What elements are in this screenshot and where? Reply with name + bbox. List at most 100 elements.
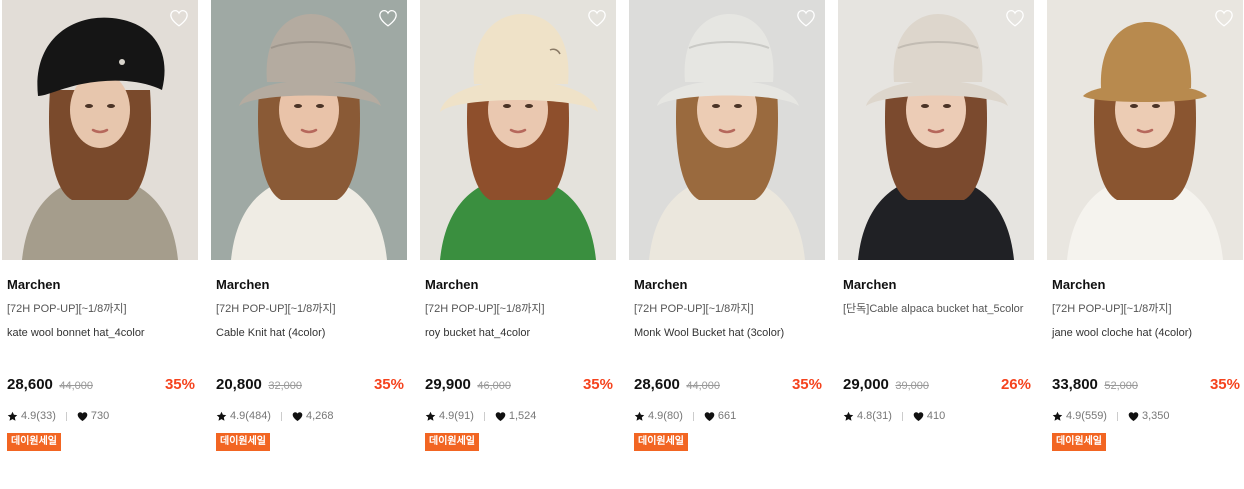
price-row: 29,900 46,000 35% — [425, 376, 613, 394]
promo-text[interactable]: [72H POP-UP][~1/8까지] — [7, 302, 195, 317]
discount-rate: 35% — [373, 376, 404, 393]
product-photo — [2, 0, 198, 260]
price-row: 29,000 39,000 26% — [843, 376, 1031, 394]
promo-text[interactable]: [단독]Cable alpaca bucket hat_5color — [843, 302, 1031, 317]
star-icon — [634, 411, 645, 422]
original-price: 46,000 — [477, 380, 511, 392]
like-count: 661 — [717, 410, 737, 422]
brand-name[interactable]: Marchen — [7, 277, 60, 292]
product-image[interactable] — [838, 0, 1034, 260]
brand-name[interactable]: Marchen — [634, 277, 687, 292]
discount-rate: 35% — [791, 376, 822, 393]
product-image[interactable] — [420, 0, 616, 260]
promo-text[interactable]: [72H POP-UP][~1/8까지] — [425, 302, 613, 317]
review-meta: 4.9(484) 4,268 — [216, 409, 404, 423]
meta-divider — [901, 411, 903, 421]
heart-icon — [1128, 411, 1139, 422]
review-meta: 4.9(33) 730 — [7, 409, 195, 423]
star-icon — [1052, 411, 1063, 422]
discount-rate: 35% — [1209, 376, 1240, 393]
price-row: 33,800 52,000 35% — [1052, 376, 1240, 394]
sale-price: 29,000 — [843, 376, 889, 393]
brand-name[interactable]: Marchen — [425, 277, 478, 292]
heart-icon — [77, 411, 88, 422]
original-price: 32,000 — [268, 380, 302, 392]
product-photo — [211, 0, 407, 260]
promo-text[interactable]: [72H POP-UP][~1/8까지] — [216, 302, 404, 317]
sale-badge: 데이원세일 — [1052, 433, 1106, 451]
product-name[interactable]: Monk Wool Bucket hat (3color) — [634, 326, 822, 341]
rating-text: 4.9(559) — [1066, 410, 1107, 422]
wishlist-heart-icon[interactable] — [796, 9, 816, 27]
wishlist-heart-icon[interactable] — [1214, 9, 1234, 27]
sale-price: 20,800 — [216, 376, 262, 393]
star-icon — [425, 411, 436, 422]
promo-text[interactable]: [72H POP-UP][~1/8까지] — [634, 302, 822, 317]
sale-price: 29,900 — [425, 376, 471, 393]
review-meta: 4.9(559) 3,350 — [1052, 409, 1240, 423]
wishlist-heart-icon[interactable] — [378, 9, 398, 27]
meta-divider — [280, 411, 282, 421]
sale-badge: 데이원세일 — [216, 433, 270, 451]
rating-text: 4.9(91) — [439, 410, 474, 422]
product-image[interactable] — [211, 0, 407, 260]
product-card[interactable]: Marchen [72H POP-UP][~1/8까지] roy bucket … — [420, 0, 616, 489]
product-photo — [838, 0, 1034, 260]
star-icon — [7, 411, 18, 422]
product-name[interactable]: Cable Knit hat (4color) — [216, 326, 404, 341]
product-grid: Marchen [72H POP-UP][~1/8까지] kate wool b… — [0, 0, 1244, 489]
sale-price: 33,800 — [1052, 376, 1098, 393]
heart-icon — [704, 411, 715, 422]
sale-badge: 데이원세일 — [7, 433, 61, 451]
original-price: 52,000 — [1104, 380, 1138, 392]
product-photo — [1047, 0, 1243, 260]
like-count: 3,350 — [1141, 410, 1170, 422]
like-count: 4,268 — [305, 410, 334, 422]
rating-text: 4.9(80) — [648, 410, 683, 422]
price-row: 28,600 44,000 35% — [7, 376, 195, 394]
review-meta: 4.9(80) 661 — [634, 409, 822, 423]
product-card[interactable]: Marchen [72H POP-UP][~1/8까지] Monk Wool B… — [629, 0, 825, 489]
sale-badge: 데이원세일 — [425, 433, 479, 451]
meta-divider — [692, 411, 694, 421]
wishlist-heart-icon[interactable] — [169, 9, 189, 27]
discount-rate: 26% — [1000, 376, 1031, 393]
heart-icon — [495, 411, 506, 422]
wishlist-heart-icon[interactable] — [587, 9, 607, 27]
discount-rate: 35% — [164, 376, 195, 393]
like-count: 730 — [90, 410, 110, 422]
product-image[interactable] — [2, 0, 198, 260]
product-photo — [629, 0, 825, 260]
rating-text: 4.9(484) — [230, 410, 271, 422]
heart-icon — [913, 411, 924, 422]
product-name[interactable]: jane wool cloche hat (4color) — [1052, 326, 1240, 341]
like-count: 410 — [926, 410, 946, 422]
rating-text: 4.9(33) — [21, 410, 56, 422]
discount-rate: 35% — [582, 376, 613, 393]
product-card[interactable]: Marchen [72H POP-UP][~1/8까지] kate wool b… — [2, 0, 198, 489]
meta-divider — [65, 411, 67, 421]
like-count: 1,524 — [508, 410, 537, 422]
heart-icon — [292, 411, 303, 422]
brand-name[interactable]: Marchen — [843, 277, 896, 292]
product-name[interactable]: roy bucket hat_4color — [425, 326, 613, 341]
wishlist-heart-icon[interactable] — [1005, 9, 1025, 27]
review-meta: 4.9(91) 1,524 — [425, 409, 613, 423]
review-meta: 4.8(31) 410 — [843, 409, 1031, 423]
brand-name[interactable]: Marchen — [1052, 277, 1105, 292]
product-card[interactable]: Marchen [72H POP-UP][~1/8까지] jane wool c… — [1047, 0, 1243, 489]
original-price: 44,000 — [686, 380, 720, 392]
product-image[interactable] — [1047, 0, 1243, 260]
product-card[interactable]: Marchen [단독]Cable alpaca bucket hat_5col… — [838, 0, 1034, 489]
promo-text[interactable]: [72H POP-UP][~1/8까지] — [1052, 302, 1240, 317]
price-row: 28,600 44,000 35% — [634, 376, 822, 394]
brand-name[interactable]: Marchen — [216, 277, 269, 292]
star-icon — [843, 411, 854, 422]
sale-badge: 데이원세일 — [634, 433, 688, 451]
sale-price: 28,600 — [634, 376, 680, 393]
original-price: 39,000 — [895, 380, 929, 392]
product-card[interactable]: Marchen [72H POP-UP][~1/8까지] Cable Knit … — [211, 0, 407, 489]
product-image[interactable] — [629, 0, 825, 260]
meta-divider — [1116, 411, 1118, 421]
product-name[interactable]: kate wool bonnet hat_4color — [7, 326, 195, 341]
